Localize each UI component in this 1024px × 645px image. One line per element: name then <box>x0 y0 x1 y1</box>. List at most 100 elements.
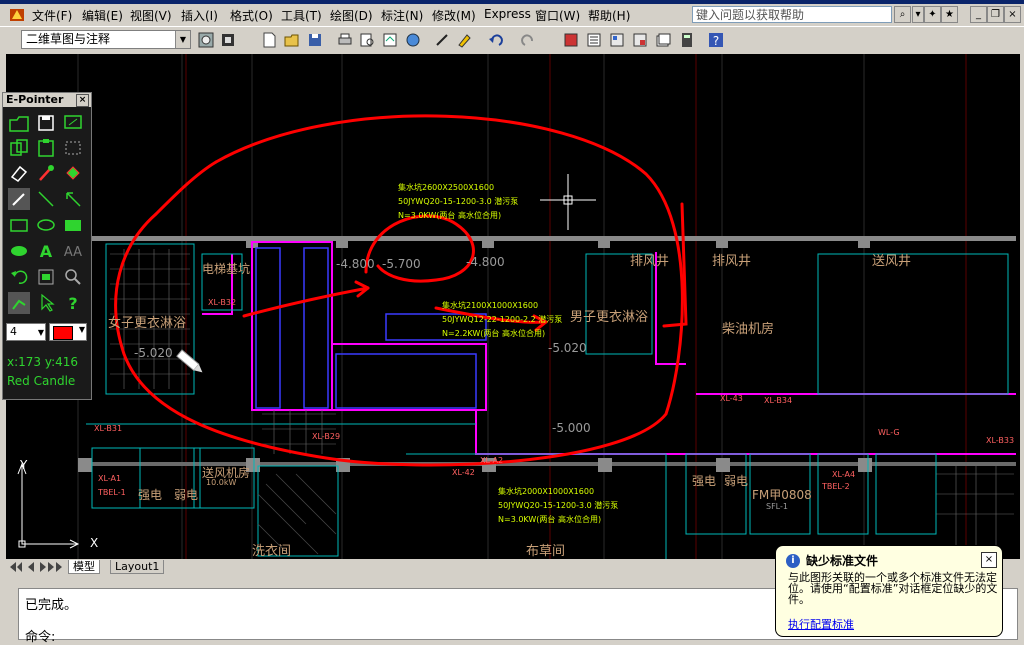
close-icon[interactable]: × <box>1004 6 1021 23</box>
ellipse-tool-icon[interactable] <box>34 213 58 237</box>
save-icon[interactable] <box>306 31 324 49</box>
redo-icon[interactable] <box>34 265 58 289</box>
circuit-tag: WL-G <box>878 428 900 437</box>
publish-icon[interactable] <box>381 31 399 49</box>
color-picker-icon[interactable] <box>34 161 58 185</box>
3d-dwf-icon[interactable] <box>404 31 422 49</box>
new-file-icon[interactable] <box>260 31 278 49</box>
cut-icon[interactable] <box>433 31 451 49</box>
missing-standards-notification: i 缺少标准文件 × 与此图形关联的一个或多个标准文件无法定位。请使用“配置标准… <box>775 545 1003 637</box>
arrow-tool-icon[interactable] <box>61 187 85 211</box>
svg-text:A: A <box>40 242 53 261</box>
fill-bucket-icon[interactable] <box>61 161 85 185</box>
menu-view[interactable]: 视图(V) <box>130 7 172 24</box>
equipment-note: 集水坑2600X2500X1600 <box>398 183 495 192</box>
menu-tools[interactable]: 工具(T) <box>281 7 322 24</box>
open-file-icon[interactable] <box>283 31 301 49</box>
zoom-icon[interactable] <box>61 265 85 289</box>
properties-icon[interactable] <box>585 31 603 49</box>
menu-format[interactable]: 格式(O) <box>230 7 273 24</box>
configure-standards-link[interactable]: 执行配置标准 <box>788 616 854 632</box>
save-icon[interactable] <box>34 111 58 135</box>
tab-model[interactable]: 模型 <box>68 560 100 574</box>
menu-draw[interactable]: 绘图(D) <box>330 7 373 24</box>
level-mark: -4.800 <box>466 255 505 269</box>
drawing-canvas[interactable]: 电梯基坑 女子更衣淋浴 排风井 排风井 送风井 男子更衣淋浴 柴油机房 送风机房… <box>6 54 1020 559</box>
level-mark: -5.700 <box>382 257 421 271</box>
rectangle-tool-icon[interactable] <box>7 213 31 237</box>
equipment-note: N=2.2KW(两台 高水位合用) <box>442 329 546 338</box>
filled-rectangle-icon[interactable] <box>61 213 85 237</box>
screenshot-icon[interactable] <box>61 111 85 135</box>
equipment-note: 50JYWQ20-15-1200-3.0 潜污泵 <box>498 501 619 510</box>
undo-icon[interactable] <box>7 265 31 289</box>
undo-icon[interactable] <box>487 31 505 49</box>
copy-icon[interactable] <box>7 136 31 160</box>
text-tool-icon[interactable]: A <box>34 239 58 263</box>
command-prompt[interactable]: 命令: <box>25 626 55 645</box>
line-tool-icon[interactable] <box>34 187 58 211</box>
minimize-icon[interactable]: _ <box>970 6 987 23</box>
quickcalc-icon[interactable] <box>678 31 696 49</box>
print-icon[interactable] <box>336 31 354 49</box>
workspace-settings-icon[interactable] <box>197 31 215 49</box>
redo-icon[interactable] <box>519 31 537 49</box>
menu-modify[interactable]: 修改(M) <box>432 7 476 24</box>
close-icon[interactable]: × <box>76 94 89 107</box>
menu-help[interactable]: 帮助(H) <box>588 7 630 24</box>
circuit-tag: TBEL-1 <box>98 488 126 497</box>
restore-icon[interactable]: ❐ <box>987 6 1004 23</box>
design-center-icon[interactable] <box>608 31 626 49</box>
ucs-y-label: Y <box>20 458 28 472</box>
pen-name: Red Candle <box>7 374 76 388</box>
menu-edit[interactable]: 编辑(E) <box>82 7 123 24</box>
open-file-icon[interactable] <box>7 111 31 135</box>
search-icon[interactable]: ⌕ <box>894 6 911 23</box>
room-label: 排风井 <box>630 254 670 269</box>
workspace-dropdown[interactable]: 二维草图与注释 ▼ <box>21 30 191 49</box>
equipment-note: 集水坑2000X1000X1600 <box>498 487 595 496</box>
menu-insert[interactable]: 插入(I) <box>181 7 218 24</box>
workspace-value: 二维草图与注释 <box>26 32 111 46</box>
match-properties-icon[interactable] <box>455 31 473 49</box>
level-mark: -5.020 <box>134 346 173 360</box>
chevron-down-icon[interactable]: ▼ <box>175 31 190 48</box>
menu-window[interactable]: 窗口(W) <box>535 7 580 24</box>
text-style-icon[interactable]: AA <box>61 239 85 263</box>
plot-preview-icon[interactable] <box>358 31 376 49</box>
chevron-down-icon[interactable]: ▼ <box>79 325 85 334</box>
room-label: 强电 <box>138 488 163 502</box>
tab-layout1[interactable]: Layout1 <box>110 560 165 574</box>
help-search-input[interactable]: 键入问题以获取帮助 <box>692 6 892 23</box>
search-dropdown-icon[interactable]: ▾ <box>912 6 924 23</box>
tool-palettes-icon[interactable] <box>631 31 649 49</box>
autocad-app-icon[interactable] <box>8 6 26 24</box>
menu-dimension[interactable]: 标注(N) <box>381 7 423 24</box>
pen-size-select[interactable]: 4 ▼ <box>6 323 46 341</box>
pen-tool-icon[interactable] <box>7 187 31 211</box>
help-icon[interactable]: ? <box>707 31 725 49</box>
paste-icon[interactable] <box>34 136 58 160</box>
eraser-icon[interactable] <box>7 161 31 185</box>
sheet-set-icon[interactable] <box>654 31 672 49</box>
favorites-star-icon[interactable]: ★ <box>941 6 958 23</box>
tab-navigation-arrows[interactable] <box>8 561 64 573</box>
select-area-icon[interactable] <box>61 136 85 160</box>
menu-express[interactable]: Express <box>484 7 531 21</box>
chevron-down-icon[interactable]: ▼ <box>38 325 44 341</box>
help-icon[interactable]: ? <box>61 291 85 315</box>
equipment-note: 50JYWQ12-22-1200-2.2 潜污泵 <box>442 315 563 324</box>
menu-file[interactable]: 文件(F) <box>32 7 72 24</box>
filled-ellipse-icon[interactable] <box>7 239 31 263</box>
pen-color-select[interactable]: ▼ <box>49 323 87 341</box>
pan-realtime-icon[interactable] <box>562 31 580 49</box>
close-icon[interactable]: × <box>981 552 997 568</box>
cursor-icon[interactable] <box>34 291 58 315</box>
room-label: 洗衣间 <box>252 544 292 559</box>
level-mark: -5.000 <box>552 421 591 435</box>
epointer-title-bar[interactable]: E-Pointer × <box>3 93 91 107</box>
my-workspace-icon[interactable] <box>219 31 237 49</box>
circuit-tag: TBEL-2 <box>822 482 850 491</box>
communication-center-icon[interactable]: ✦ <box>924 6 941 23</box>
pointer-mode-icon[interactable] <box>7 291 31 315</box>
